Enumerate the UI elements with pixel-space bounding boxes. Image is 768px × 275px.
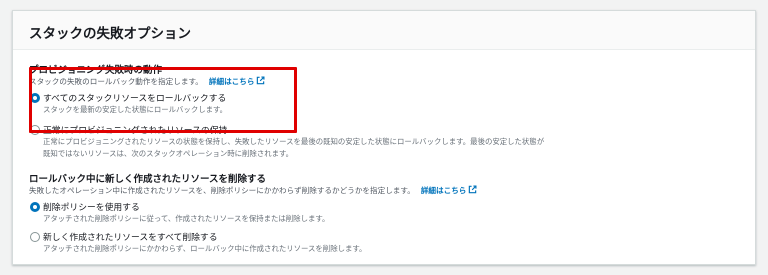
- option-delete-all-new-desc: アタッチされた削除ポリシーにかかわらず、ロールバック中に作成されたリソースを削除…: [43, 244, 367, 253]
- delete-new-resources-title: ロールバック中に新しく作成されたリソースを削除する: [29, 174, 267, 185]
- learn-more-link[interactable]: 詳細はこちら: [421, 186, 467, 195]
- radio-delete-all-new[interactable]: [30, 232, 40, 242]
- stack-failure-options-panel: スタックの失敗オプション プロビジョニング失敗時の動作 スタックの失敗のロールバ…: [12, 10, 756, 265]
- option-delete-all-new-label[interactable]: 新しく作成されたリソースをすべて削除する: [43, 230, 218, 243]
- highlight-box: [29, 67, 297, 133]
- option-use-deletion-policy-desc: アタッチされた削除ポリシーに従って、作成されたリソースを保持または削除します。: [43, 214, 330, 223]
- delete-new-resources-description: 失敗したオペレーション中に作成されたリソースを、削除ポリシーにかかわらず削除する…: [29, 185, 477, 196]
- radio-use-deletion-policy[interactable]: [30, 202, 40, 212]
- option-use-deletion-policy-label[interactable]: 削除ポリシーを使用する: [43, 200, 140, 213]
- option-preserve-resources-desc-line2: 既知ではないリソースは、次のスタックオペレーション時に削除されます。: [43, 149, 294, 158]
- panel-title: スタックの失敗オプション: [29, 26, 191, 42]
- delete-new-description-text: 失敗したオペレーション中に作成されたリソースを、削除ポリシーにかかわらず削除する…: [29, 186, 415, 195]
- external-link-icon[interactable]: [468, 185, 477, 194]
- option-preserve-resources-desc-line1: 正常にプロビジョニングされたリソースの状態を保持し、失敗したリソースを最後の既知…: [43, 137, 545, 146]
- panel-header: スタックの失敗オプション: [13, 11, 755, 50]
